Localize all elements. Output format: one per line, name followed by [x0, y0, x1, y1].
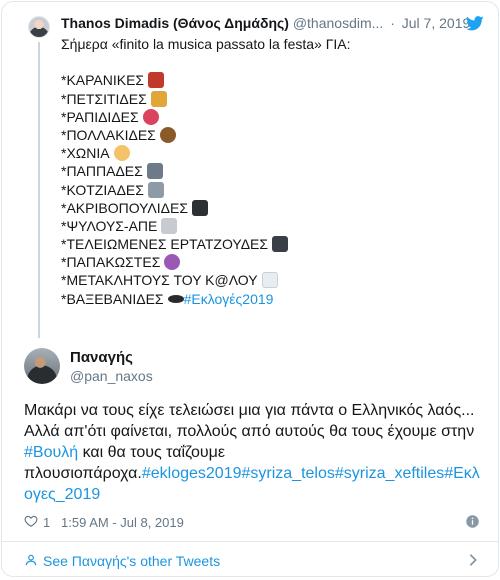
- list-item-text: *ΜΕΤΑΚΛΗΤΟΥΣ ΤΟΥ Κ@ΛΟΥ: [61, 272, 258, 289]
- see-other-tweets-link[interactable]: See Παναγής's other Tweets: [43, 553, 220, 569]
- twitter-bird-icon[interactable]: [466, 16, 484, 31]
- hole-icon: [167, 294, 184, 303]
- movie-camera-icon: [272, 236, 289, 253]
- parent-header: Thanos Dimadis (Θάνος Δημάδης) @thanosdi…: [61, 15, 471, 33]
- parent-list-item: *ΤΕΛΕΙΩΜΕΝΕΣ ΕΡΤΑΤΖΟΥΔΕΣ: [61, 235, 481, 253]
- toilet-paper-icon: [261, 272, 278, 289]
- list-item-text: *ΒΑΞΕΒΑΝΙΔΕΣ: [61, 290, 164, 307]
- embedded-tweet-card: Thanos Dimadis (Θάνος Δημάδης) @thanosdi…: [1, 1, 499, 577]
- hashtag-link[interactable]: #Βουλή: [24, 444, 78, 461]
- reply-author-handle[interactable]: @pan_naxos: [70, 368, 153, 384]
- parent-author-handle[interactable]: @thanosdim...: [293, 15, 383, 31]
- reply-timestamp[interactable]: 1:59 AM - Jul 8, 2019: [61, 515, 184, 530]
- pile-of-poo-icon: [159, 126, 176, 143]
- parent-avatar[interactable]: [28, 16, 50, 38]
- parent-tweet[interactable]: Thanos Dimadis (Θάνος Δημάδης) @thanosdi…: [2, 2, 498, 338]
- parent-list-item: *ΒΑΞΕΒΑΝΙΔΕΣ #Εκλογές2019: [61, 290, 481, 308]
- list-item-text: *ΠΑΠΑΚΩΣΤΕΣ: [61, 254, 161, 271]
- parent-list-item: *ΜΕΤΑΚΛΗΤΟΥΣ ΤΟΥ Κ@ΛΟΥ: [61, 271, 481, 289]
- reply-line: Μακάρι να τους είχε τελειώσει μια για πά…: [24, 402, 475, 419]
- list-item-text: *ΨΥΛΟΥΣ-ΑΠΕ: [61, 217, 158, 234]
- mouse-icon: [161, 217, 178, 234]
- list-item-text: *ΤΕΛΕΙΩΜΕΝΕΣ ΕΡΤΑΤΖΟΥΔΕΣ: [61, 236, 269, 253]
- list-item-text: *ΚΟΤΖΙΑΔΕΣ: [61, 181, 144, 198]
- info-icon[interactable]: [465, 514, 480, 529]
- parent-list-item: *ΚΑΡΑΝΙΚΕΣ: [61, 71, 481, 89]
- crystal-ball-icon: [164, 254, 181, 271]
- heart-icon[interactable]: [24, 514, 38, 528]
- parent-list-item: *ΠΑΠΠΑΔΕΣ: [61, 162, 481, 180]
- list-item-text: *ΧΩΝΙΑ: [61, 145, 110, 162]
- reply-line: #Βουλή και θα τους ταΐζουμε: [24, 442, 484, 463]
- list-item-text: *ΠΕΤΣΙΤΙΔΕΣ: [61, 90, 147, 107]
- parent-list-item: *ΠΕΤΣΙΤΙΔΕΣ: [61, 90, 481, 108]
- parent-list-item: *ΧΩΝΙΑ: [61, 144, 481, 162]
- list-item-text: *ΑΚΡΙΒΟΠΟΥΛΙΔΕΣ: [61, 199, 189, 216]
- reply-text-fragment: και θα τους ταΐζουμε: [78, 444, 225, 461]
- parent-tweet-text: Σήμερα «finito la musica passato la fest…: [61, 35, 481, 308]
- footer-see-more[interactable]: See Παναγής's other Tweets: [2, 542, 498, 576]
- spider-icon: [192, 199, 209, 216]
- money-bag-icon: [150, 90, 167, 107]
- list-item-text: *ΠΟΛΛΑΚΙΔΕΣ: [61, 126, 156, 143]
- list-item-text: *ΠΑΠΠΑΔΕΣ: [61, 163, 143, 180]
- tombstone-icon: [147, 181, 164, 198]
- parent-date[interactable]: Jul 7, 2019: [402, 15, 471, 31]
- reply-avatar[interactable]: [24, 348, 60, 384]
- tweet-meta: 1 1:59 AM - Jul 8, 2019: [24, 513, 484, 533]
- ogre-icon: [148, 72, 165, 89]
- hashtag-link[interactable]: ογες_2019: [24, 486, 100, 503]
- parent-list: *ΚΑΡΑΝΙΚΕΣ *ΠΕΤΣΙΤΙΔΕΣ *ΡΑΠΙΔΙΔΕΣ *ΠΟΛΛΑΚΙΔ…: [61, 71, 481, 307]
- hashtag-link[interactable]: #Εκλογές2019: [184, 291, 274, 307]
- parent-author-name[interactable]: Thanos Dimadis (Θάνος Δημάδης): [61, 15, 289, 31]
- separator-dot: ·: [390, 15, 395, 31]
- parent-list-item: *ΨΥΛΟΥΣ-ΑΠΕ: [61, 217, 481, 235]
- reply-line: Αλλά απ'ότι φαίνεται, πολλούς από αυτούς…: [24, 423, 475, 440]
- parent-list-item: *ΚΟΤΖΙΑΔΕΣ: [61, 181, 481, 199]
- rocket-icon: [146, 163, 163, 180]
- reply-author-name[interactable]: Παναγής: [70, 349, 133, 366]
- reply-text-fragment: πλουσιοπάροχα.: [24, 465, 142, 482]
- hashtag-link[interactable]: #ekloges2019#syriza_telos#syriza_xeftile…: [142, 465, 480, 482]
- parent-list-item: *ΑΚΡΙΒΟΠΟΥΛΙΔΕΣ: [61, 199, 481, 217]
- reply-author-block: Παναγής @pan_naxos: [2, 340, 498, 388]
- clown-face-icon: [113, 145, 130, 162]
- reply-line: πλουσιοπάροχα.#ekloges2019#syriza_telos#…: [24, 463, 484, 484]
- list-item-text: *ΡΑΠΙΔΙΔΕΣ: [61, 108, 139, 125]
- parent-list-item: *ΠΑΠΑΚΩΣΤΕΣ: [61, 253, 481, 271]
- profile-icon: [25, 554, 37, 566]
- lying-face-icon: [142, 108, 159, 125]
- list-item-text: *ΚΑΡΑΝΙΚΕΣ: [61, 72, 145, 89]
- parent-list-item: *ΡΑΠΙΔΙΔΕΣ: [61, 108, 481, 126]
- reply-line: ογες_2019: [24, 484, 484, 505]
- chevron-right-icon: [469, 554, 477, 566]
- like-count: 1: [43, 515, 51, 530]
- reply-tweet-text: Μακάρι να τους είχε τελειώσει μια για πά…: [24, 400, 484, 505]
- thread-connector: [38, 42, 40, 338]
- parent-list-item: *ΠΟΛΛΑΚΙΔΕΣ: [61, 126, 481, 144]
- parent-intro: Σήμερα «finito la musica passato la fest…: [61, 36, 351, 52]
